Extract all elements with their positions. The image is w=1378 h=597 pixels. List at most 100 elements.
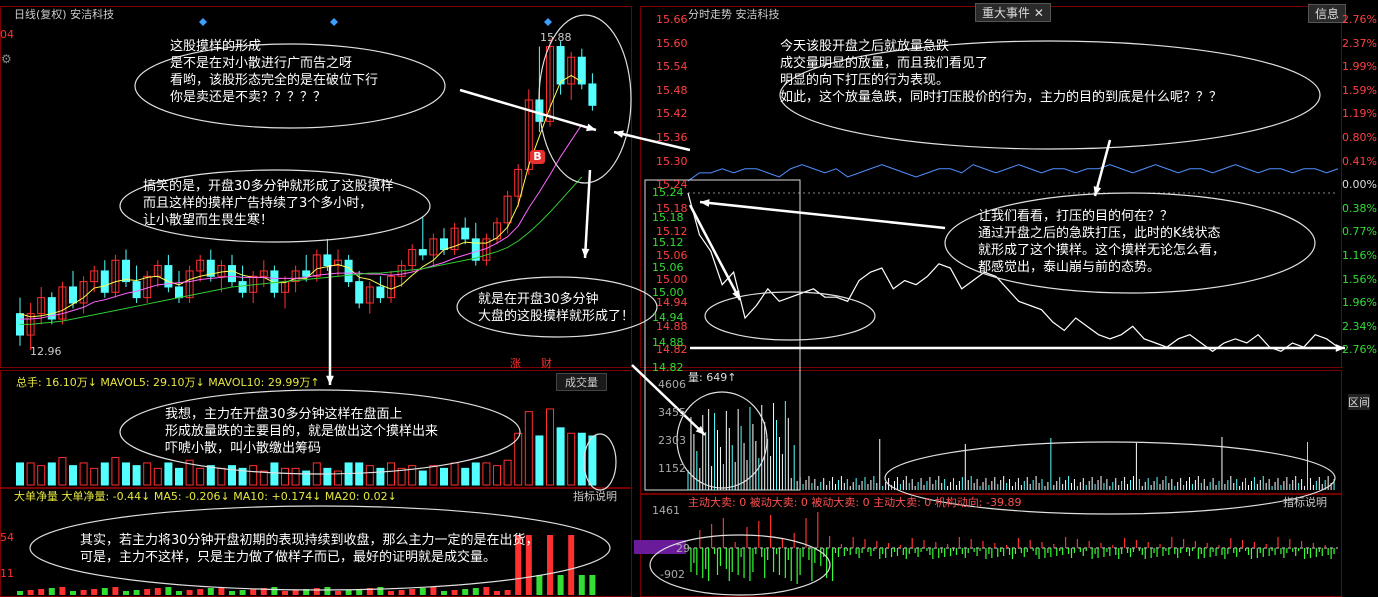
volume-bar xyxy=(461,467,470,486)
volume-bar xyxy=(535,435,544,486)
event-diamond xyxy=(544,18,552,26)
price-axis-label: 15.66 xyxy=(656,13,688,26)
gear-icon[interactable]: ⚙ xyxy=(1,52,12,66)
candle-body xyxy=(175,286,183,299)
info-button[interactable]: 信息 xyxy=(1308,4,1347,23)
low-price-label: 12.96 xyxy=(30,345,62,358)
annotation-ellipse xyxy=(704,291,876,341)
volume-bar xyxy=(291,467,300,486)
pct-axis-label: 0.77% xyxy=(1342,225,1377,239)
volume-bar xyxy=(249,465,258,486)
bigorder-header: 大单净量 大单净量: -0.44↓ MA5: -0.206↓ MA10: +0.… xyxy=(14,490,397,503)
bigorder-bar xyxy=(345,590,352,595)
price-axis-label: 15.00 xyxy=(656,272,688,286)
volume-bar xyxy=(450,462,459,486)
intraday-title: 分时走势 安洁科技 xyxy=(688,8,780,21)
bigorder-bar xyxy=(80,590,87,595)
bigorder-bar xyxy=(557,575,564,595)
candle-body xyxy=(323,254,332,267)
candle-body xyxy=(376,286,385,299)
bigorder-bar xyxy=(165,587,172,595)
bigorder-bar xyxy=(494,591,500,595)
candle-body xyxy=(556,46,565,85)
volume-bar xyxy=(100,462,109,486)
pct-axis-label: 2.37% xyxy=(1342,36,1377,50)
volume-bar xyxy=(493,465,501,486)
side-label-54: 54 xyxy=(0,531,14,544)
side-label-11: 11 xyxy=(0,567,14,580)
volume-bar xyxy=(58,457,67,486)
bigorder-bar xyxy=(547,535,553,595)
volume-bar xyxy=(281,467,289,486)
bigorder-bar xyxy=(48,588,55,595)
annotation-arrowhead xyxy=(581,248,590,258)
bigorder-bar xyxy=(409,589,416,595)
inset-axis-label: 14.82 xyxy=(652,361,684,374)
bigorder-bar xyxy=(292,590,299,595)
bigorder-bar xyxy=(472,588,479,595)
bigorder-bar xyxy=(70,591,76,595)
tag-zhang: 涨 xyxy=(510,357,521,370)
bigorder-bar xyxy=(483,587,490,595)
volume-bar xyxy=(111,457,120,486)
bigorder-bar xyxy=(176,591,182,595)
volume-bar xyxy=(355,462,364,486)
volume-bar xyxy=(143,462,152,486)
axis-top-label: 04 xyxy=(0,28,14,41)
volume-bar xyxy=(365,465,374,486)
volume-bar xyxy=(69,465,77,486)
pct-axis-label: 1.16% xyxy=(1342,249,1377,262)
pct-axis-label: 2.76% xyxy=(1342,343,1377,357)
volume-bar xyxy=(47,462,56,486)
note-4: 我想，主力在开盘30多分钟这样在盘面上 形成放量跌的主要目的，就是做出这个摸样出… xyxy=(165,407,439,456)
annotation-arrow xyxy=(459,88,597,132)
candle-body xyxy=(355,281,364,304)
candle-body xyxy=(461,227,470,240)
bigorder-bar xyxy=(112,587,119,595)
close-icon[interactable]: ✕ xyxy=(1034,6,1044,20)
kline-title: 日线(复权) 安洁科技 xyxy=(14,8,115,21)
inset-axis-label: 15.24 xyxy=(652,186,684,199)
bigorder-bar xyxy=(313,588,320,595)
pct-axis-label: 0.80% xyxy=(1342,131,1377,144)
candle-body xyxy=(69,286,77,304)
bigorder-bar xyxy=(324,587,331,595)
price-axis-label: 15.30 xyxy=(656,154,688,168)
tab-major-events-label: 重大事件 xyxy=(982,6,1031,20)
volume-bar xyxy=(440,467,448,486)
bigorder-bar xyxy=(144,589,151,595)
price-axis-label: 15.36 xyxy=(656,131,688,144)
bigorder-bar xyxy=(589,575,596,595)
pct-axis-label: 2.76% xyxy=(1342,13,1377,26)
bigorder-bar xyxy=(398,590,405,595)
indicator-button-right[interactable]: 指标说明 xyxy=(1283,494,1327,510)
inset-axis-label: 15.00 xyxy=(652,286,684,299)
volume-bar xyxy=(503,459,512,486)
tab-major-events[interactable]: 重大事件 ✕ xyxy=(975,3,1051,22)
candle-body xyxy=(122,259,130,283)
volume-bar xyxy=(270,462,279,486)
pct-axis-label: 1.96% xyxy=(1342,296,1377,310)
bigorder-bar xyxy=(419,588,426,595)
volume-axis-label: 2303 xyxy=(658,434,686,447)
flow-axis-top: 1461 xyxy=(652,504,680,517)
volume-bar xyxy=(387,462,395,486)
qujian-button[interactable]: 区间 xyxy=(1348,394,1370,410)
candle-body xyxy=(132,281,141,299)
inset-axis-label: 15.06 xyxy=(652,261,684,274)
note-5: 其实，若主力将30分钟开盘初期的表现持续到收盘，那么主力一定的是在出货， 可是，… xyxy=(80,533,539,565)
volume-bar xyxy=(132,465,141,486)
annotation-arrow xyxy=(688,204,742,301)
volume-button[interactable]: 成交量 xyxy=(556,373,607,391)
indicator-button-left[interactable]: 指标说明 xyxy=(573,488,617,504)
volume-bar xyxy=(302,470,311,486)
buy-marker-b: B xyxy=(530,150,545,164)
candle-body xyxy=(418,249,427,256)
bigorder-bar xyxy=(101,588,108,595)
pct-axis-label: 1.59% xyxy=(1342,83,1377,97)
volume-bar xyxy=(206,465,215,486)
volume-bar xyxy=(122,462,130,486)
inset-axis-label: 15.18 xyxy=(652,211,684,224)
pct-axis-label: 2.34% xyxy=(1342,319,1377,333)
volume-bar xyxy=(556,427,565,486)
